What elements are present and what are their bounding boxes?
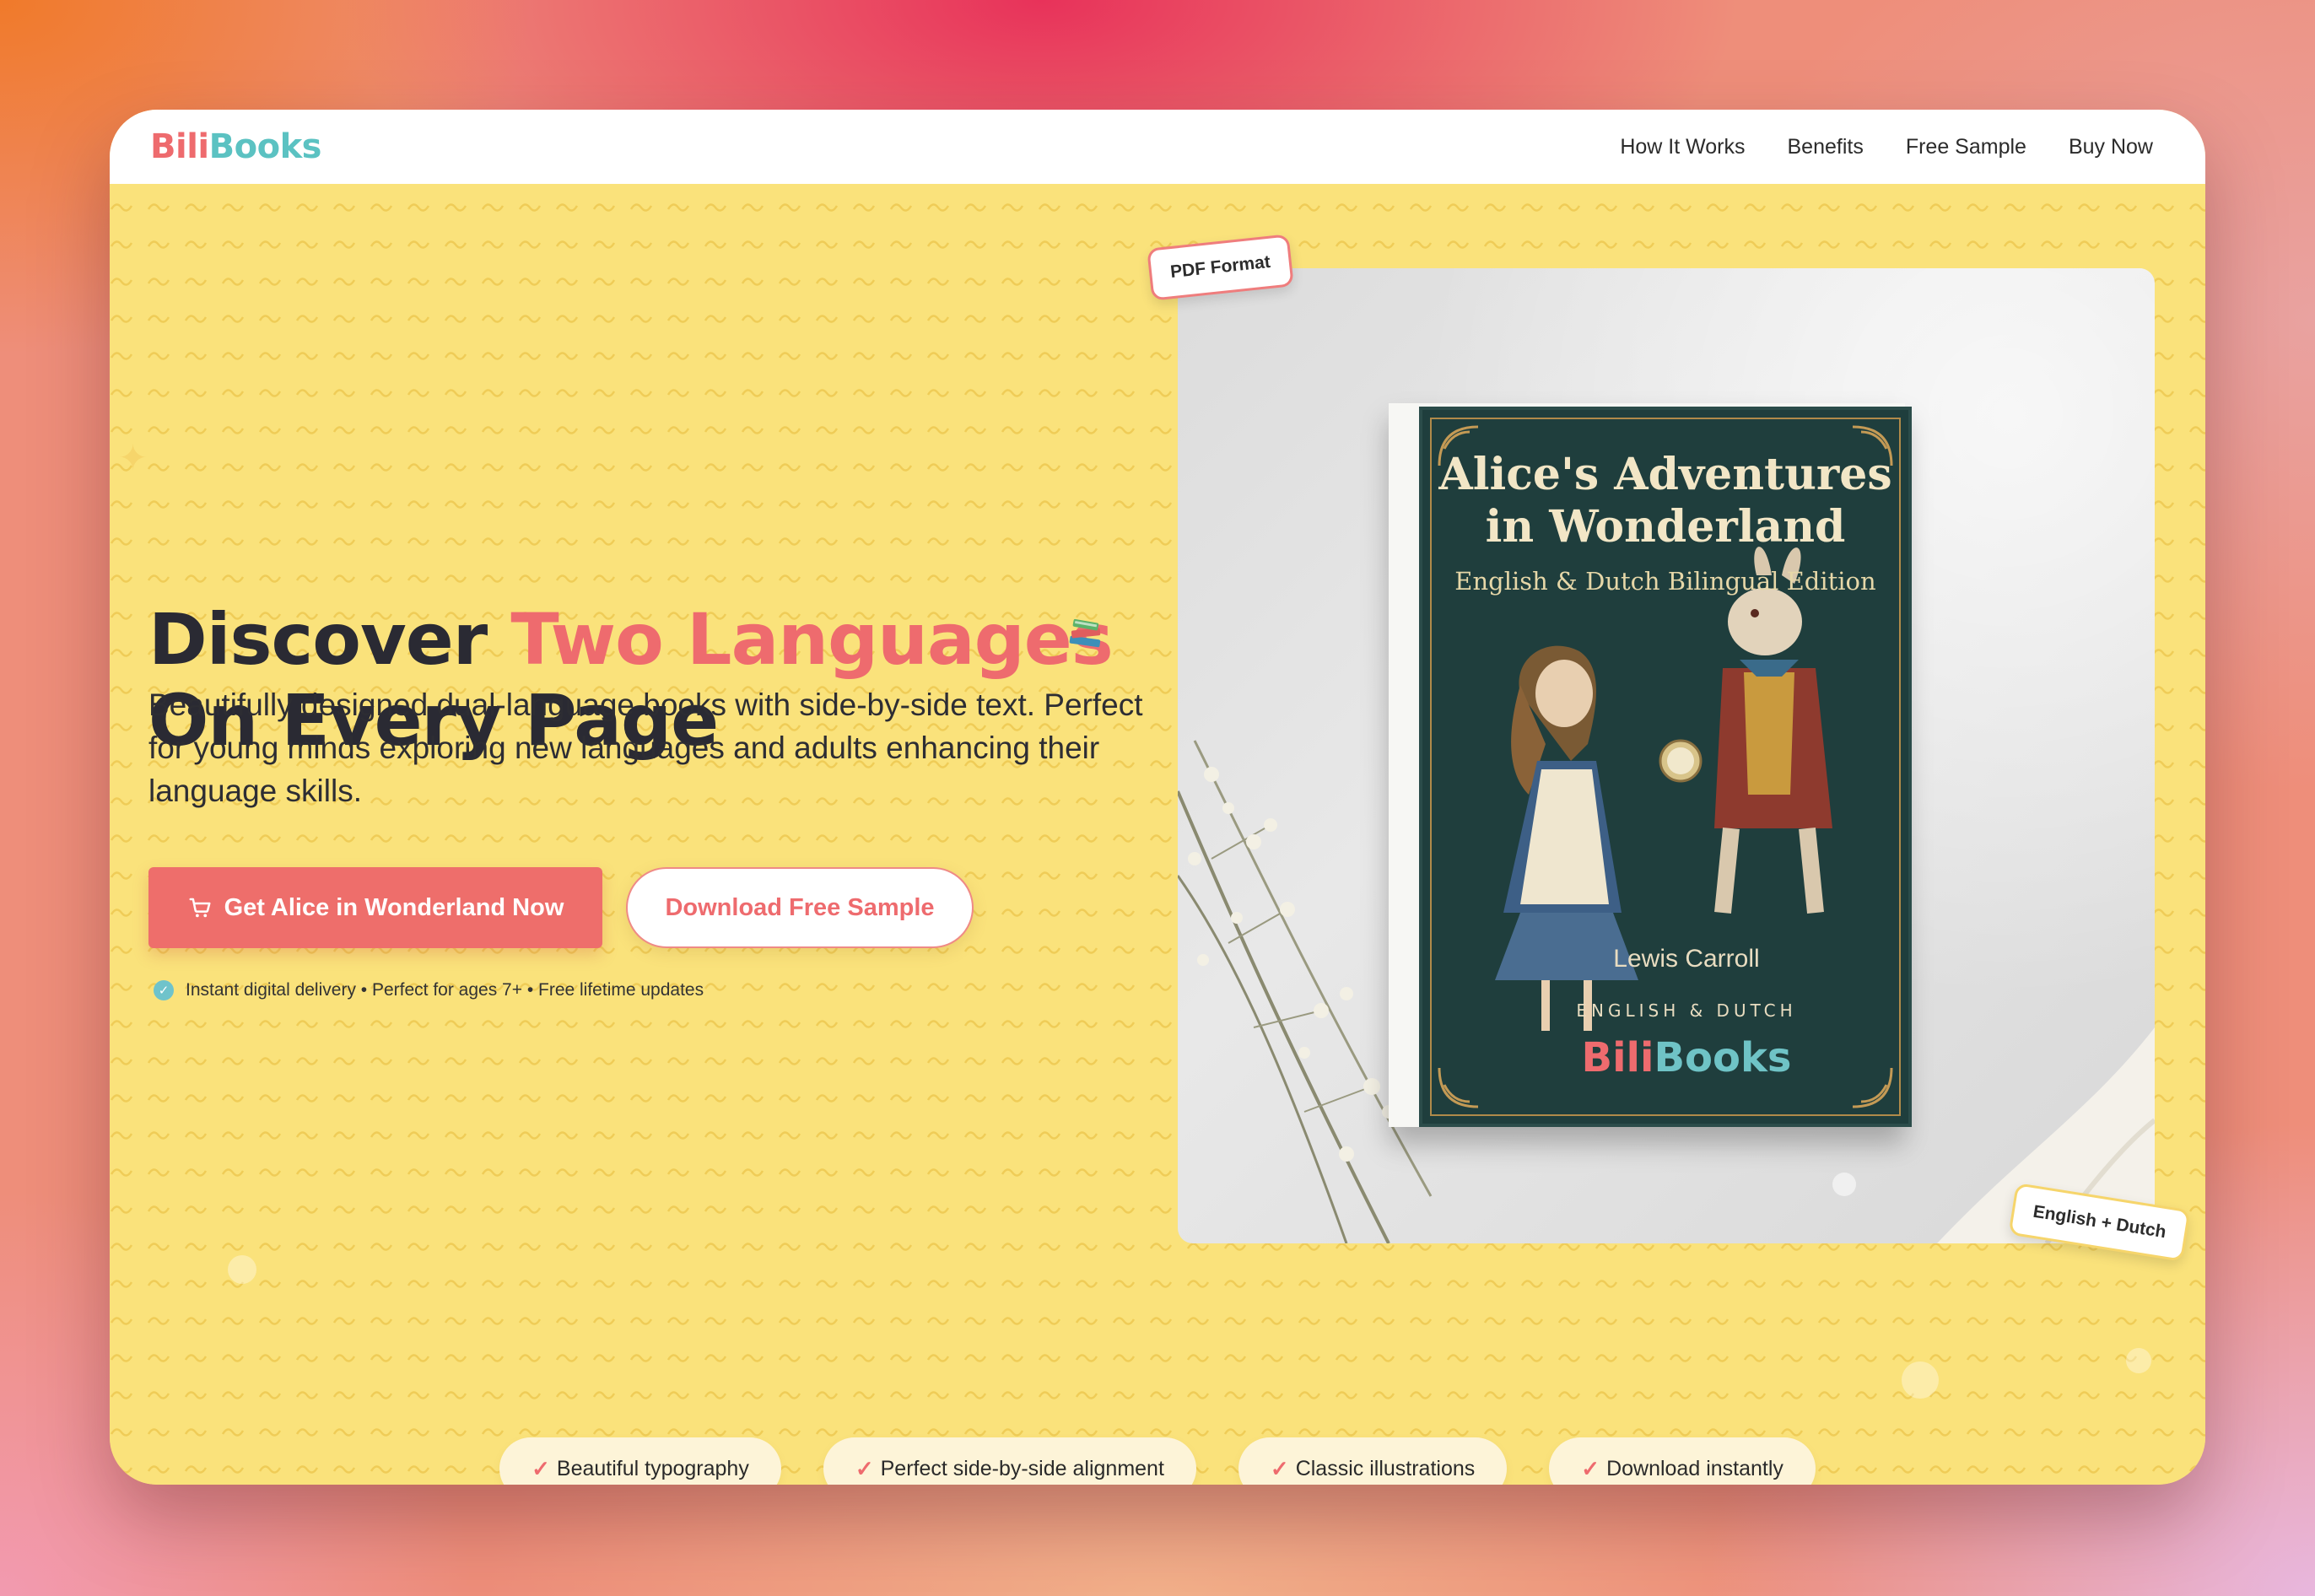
delivery-note: ✓ Instant digital delivery • Perfect for…: [154, 980, 704, 1000]
book-cover-logo: BiliBooks: [1419, 1034, 1912, 1081]
hero-title-accent: Two Languages: [510, 598, 1113, 681]
book-cover-logo-part1: Bili: [1581, 1034, 1654, 1081]
brand-logo-part2: Books: [208, 127, 322, 166]
book-cover-title: Alice's Adventures in Wonderland: [1438, 449, 1892, 553]
hero-title-part1: Discover: [148, 598, 511, 681]
nav-link-how-it-works[interactable]: How It Works: [1620, 135, 1745, 159]
book-cover-author: Lewis Carroll: [1613, 945, 1760, 973]
feature-chip: ✓ Download instantly: [1549, 1437, 1816, 1485]
book-cover-logo-part2: Books: [1654, 1034, 1792, 1081]
feature-chip: ✓ Perfect side-by-side alignment: [823, 1437, 1196, 1485]
hero-section: ✦ Discover Two Languages On Every Page B…: [110, 184, 2205, 1485]
nav-link-free-sample[interactable]: Free Sample: [1906, 135, 2026, 159]
decor-bubble: [1902, 1361, 1939, 1399]
brand-logo-part1: Bili: [150, 127, 209, 166]
checkmark-icon: ✓: [1581, 1455, 1600, 1481]
checkmark-icon: ✓: [1270, 1455, 1289, 1481]
decor-bubble: [2126, 1348, 2151, 1373]
cart-icon: [189, 898, 211, 918]
nav-link-buy-now[interactable]: Buy Now: [2069, 135, 2153, 159]
browser-window: BiliBooks How It Works Benefits Free Sam…: [110, 110, 2205, 1485]
checkmark-icon: ✓: [532, 1455, 550, 1481]
feature-chip-label: Perfect side-by-side alignment: [880, 1456, 1164, 1480]
sparkle-icon: ✦: [118, 437, 148, 478]
decor-bubble: [228, 1255, 256, 1284]
books-icon: [1069, 618, 1101, 648]
main-nav: How It Works Benefits Free Sample Buy No…: [1620, 135, 2153, 159]
hero-subtitle: Beautifully designed dual-language books…: [148, 687, 1143, 808]
brand-logo[interactable]: BiliBooks: [150, 127, 321, 166]
navbar: BiliBooks How It Works Benefits Free Sam…: [110, 110, 2205, 184]
delivery-note-text: Instant digital delivery • Perfect for a…: [186, 980, 704, 1000]
nav-link-benefits[interactable]: Benefits: [1787, 135, 1863, 159]
feature-chip-label: Download instantly: [1606, 1456, 1783, 1480]
book-cover-languages: ENGLISH & DUTCH: [1576, 1000, 1797, 1021]
get-alice-button-label: Get Alice in Wonderland Now: [224, 893, 564, 921]
download-sample-button[interactable]: Download Free Sample: [626, 867, 974, 948]
book-photo: Alice's Adventures in Wonderland English…: [1178, 268, 2155, 1243]
checkmark-icon: ✓: [855, 1455, 874, 1481]
feature-chip: ✓ Classic illustrations: [1238, 1437, 1508, 1485]
book-cover-subtitle: English & Dutch Bilingual Edition: [1454, 567, 1876, 596]
feature-chip-label: Classic illustrations: [1295, 1456, 1476, 1480]
feature-chip-label: Beautiful typography: [556, 1456, 749, 1480]
feature-chip: ✓ Beautiful typography: [499, 1437, 781, 1485]
feature-chips: ✓ Beautiful typography ✓ Perfect side-by…: [110, 1437, 2205, 1485]
get-alice-button[interactable]: Get Alice in Wonderland Now: [148, 867, 602, 948]
check-circle-icon: ✓: [154, 980, 174, 1000]
book-cover[interactable]: Alice's Adventures in Wonderland English…: [1419, 407, 1912, 1127]
